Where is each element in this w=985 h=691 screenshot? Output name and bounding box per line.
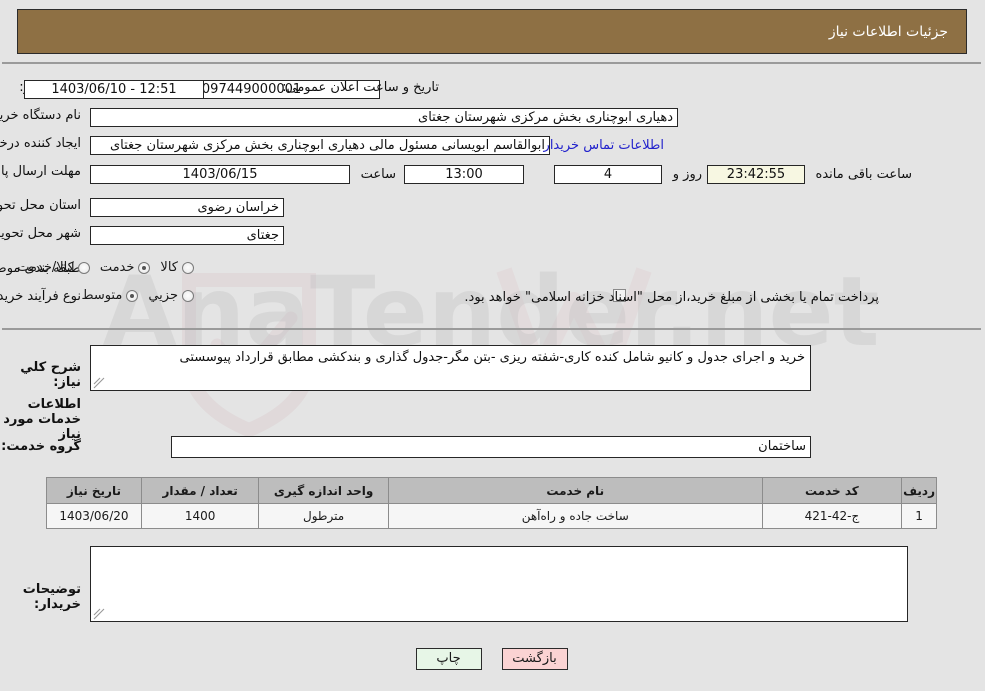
resize-grip-icon[interactable] xyxy=(94,608,106,620)
page-root: AnaTender.net جزئیات اطلاعات نیاز شماره … xyxy=(0,0,985,691)
summary-textarea[interactable]: خرید و اجرای جدول و کانیو شامل کنده کاری… xyxy=(91,345,812,391)
table-row: 1 ج-42-421 ساخت جاده و راه‌آهن مترطول 14… xyxy=(47,503,938,529)
th-name: نام خدمت xyxy=(388,477,764,504)
cell-name: ساخت جاده و راه‌آهن xyxy=(388,503,764,529)
page-title: جزئیات اطلاعات نیاز xyxy=(829,23,949,40)
cell-index: 1 xyxy=(902,503,938,529)
th-quantity: تعداد / مقدار xyxy=(141,477,261,504)
services-table: ردیف کد خدمت نام خدمت واحد اندازه گیری ت… xyxy=(47,477,938,529)
button-bar: بازگشت چاپ xyxy=(0,648,985,670)
table-header-row: ردیف کد خدمت نام خدمت واحد اندازه گیری ت… xyxy=(47,477,938,504)
service-group-value: ساختمان xyxy=(172,436,812,458)
print-button[interactable]: چاپ xyxy=(416,648,483,670)
cell-need-date: 1403/06/20 xyxy=(47,503,143,529)
summary-text: خرید و اجرای جدول و کانیو شامل کنده کاری… xyxy=(180,350,806,365)
service-group-label: گروه خدمت: xyxy=(2,439,82,454)
th-code: کد خدمت xyxy=(762,477,904,504)
summary-label: شرح کلي نیاز: xyxy=(21,360,82,390)
cell-code: ج-42-421 xyxy=(762,503,904,529)
cell-quantity: 1400 xyxy=(141,503,261,529)
back-button[interactable]: بازگشت xyxy=(502,648,569,670)
buyer-notes-label: توضیحات خریدار: xyxy=(23,582,82,612)
header-bar: جزئیات اطلاعات نیاز xyxy=(18,9,968,54)
resize-grip-icon[interactable] xyxy=(94,377,106,389)
th-unit: واحد اندازه گیری xyxy=(259,477,390,504)
cell-unit: مترطول xyxy=(259,503,390,529)
buyer-notes-textarea[interactable] xyxy=(91,546,909,622)
th-index: ردیف xyxy=(902,477,938,504)
need-details-panel xyxy=(3,62,982,330)
services-section-title: اطلاعات خدمات مورد نیاز xyxy=(4,397,82,442)
th-need-date: تاریخ نیاز xyxy=(47,477,143,504)
